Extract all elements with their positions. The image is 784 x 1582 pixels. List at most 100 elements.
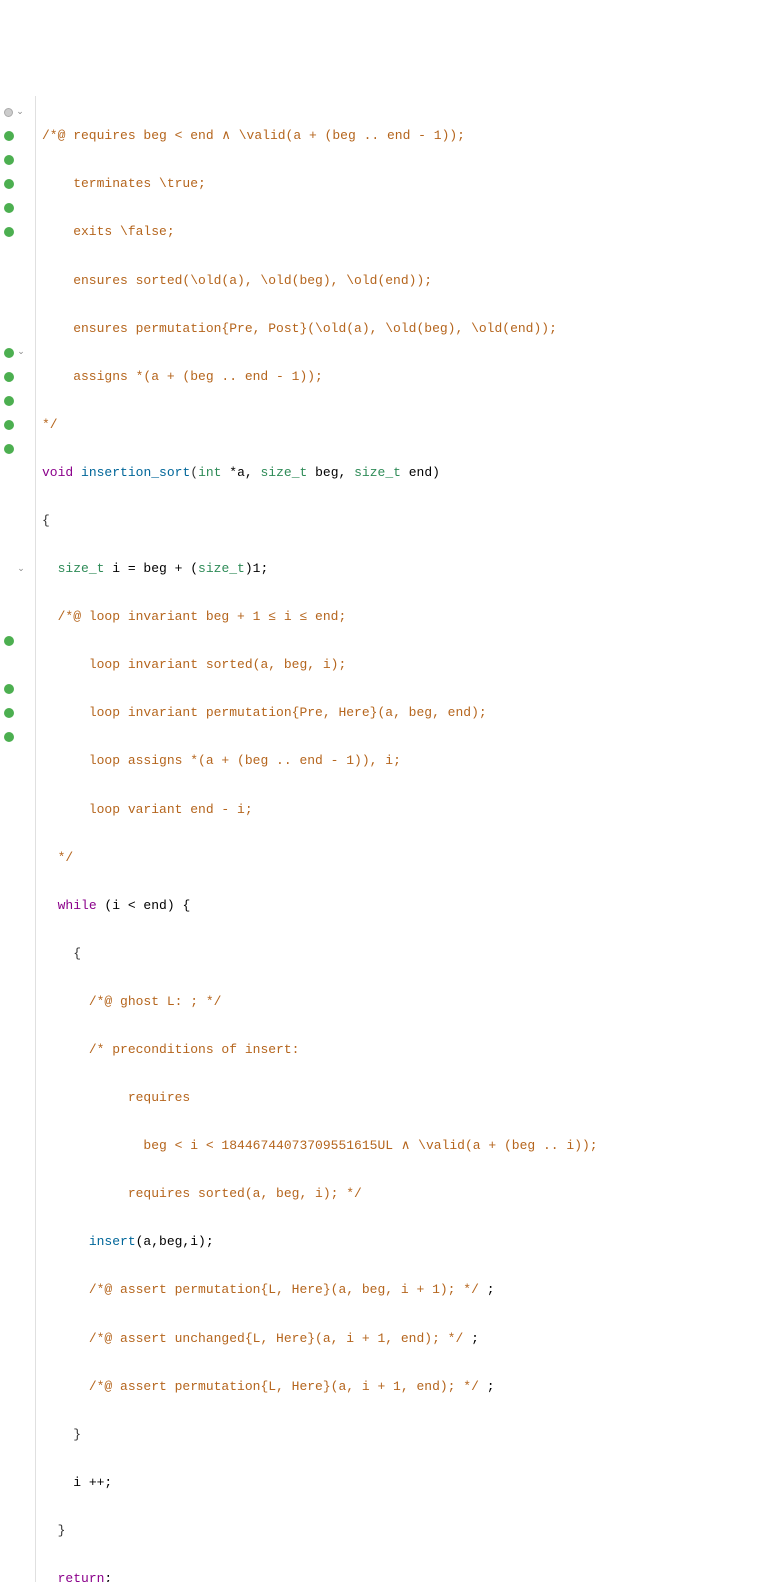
expr: i ++; bbox=[73, 1475, 112, 1490]
code-line[interactable]: loop invariant permutation{Pre, Here}(a,… bbox=[42, 701, 784, 725]
brace-close: } bbox=[58, 1523, 66, 1538]
code-line[interactable]: /*@ ghost L: ; */ bbox=[42, 990, 784, 1014]
code-area[interactable]: /*@ requires beg < end ∧ \valid(a + (beg… bbox=[36, 96, 784, 1582]
status-bullet-verified-icon[interactable] bbox=[4, 636, 14, 646]
code-line[interactable]: { bbox=[42, 942, 784, 966]
status-bullet-verified-icon[interactable] bbox=[4, 179, 14, 189]
gutter-row bbox=[0, 509, 35, 533]
gutter-row bbox=[0, 749, 35, 773]
status-bullet-verified-icon[interactable] bbox=[4, 203, 14, 213]
status-bullet-verified-icon[interactable] bbox=[4, 131, 14, 141]
gutter-row bbox=[0, 244, 35, 268]
gutter-row bbox=[0, 774, 35, 798]
code-editor: ⌄ ⌄ ⌄ /*@ requires beg < end ∧ \valid(a + … bbox=[0, 96, 784, 1582]
code-line[interactable]: /*@ assert permutation{L, Here}(a, beg, … bbox=[42, 1278, 784, 1302]
code-line[interactable]: while (i < end) { bbox=[42, 894, 784, 918]
paren: ( bbox=[190, 465, 198, 480]
stmt-end: ; bbox=[479, 1379, 495, 1394]
gutter-row bbox=[0, 605, 35, 629]
code-line[interactable]: insert(a,beg,i); bbox=[42, 1230, 784, 1254]
gutter-row bbox=[0, 798, 35, 822]
code-line[interactable]: exits \false; bbox=[42, 220, 784, 244]
acsl-comment: assigns *(a + (beg .. end - 1)); bbox=[42, 369, 323, 384]
stmt-end: ; bbox=[463, 1331, 479, 1346]
gutter-row bbox=[0, 581, 35, 605]
code-line[interactable]: /*@ assert permutation{L, Here}(a, i + 1… bbox=[42, 1375, 784, 1399]
function-call: insert bbox=[89, 1234, 136, 1249]
gutter-row bbox=[0, 485, 35, 509]
brace-close: } bbox=[73, 1427, 81, 1442]
code-line[interactable]: loop assigns *(a + (beg .. end - 1)), i; bbox=[42, 749, 784, 773]
status-bullet-verified-icon[interactable] bbox=[4, 372, 14, 382]
acsl-comment-end: */ bbox=[42, 417, 58, 432]
code-line[interactable]: requires bbox=[42, 1086, 784, 1110]
code-line[interactable]: /*@ requires beg < end ∧ \valid(a + (beg… bbox=[42, 124, 784, 148]
comment: beg < i < 18446744073709551615UL ∧ \vali… bbox=[89, 1138, 598, 1153]
gutter-row bbox=[0, 269, 35, 293]
keyword-while: while bbox=[58, 898, 97, 913]
gutter-row bbox=[0, 172, 35, 196]
code-line[interactable]: } bbox=[42, 1519, 784, 1543]
args: (a,beg,i); bbox=[136, 1234, 214, 1249]
status-bullet-verified-icon[interactable] bbox=[4, 684, 14, 694]
code-line[interactable]: /*@ loop invariant beg + 1 ≤ i ≤ end; bbox=[42, 605, 784, 629]
code-line[interactable]: */ bbox=[42, 846, 784, 870]
status-bullet-verified-icon[interactable] bbox=[4, 444, 14, 454]
type-sizet: size_t bbox=[260, 465, 307, 480]
fold-toggle-icon[interactable]: ⌄ bbox=[15, 104, 25, 121]
code-line[interactable]: assigns *(a + (beg .. end - 1)); bbox=[42, 365, 784, 389]
stmt-end: ; bbox=[479, 1282, 495, 1297]
status-bullet-verified-icon[interactable] bbox=[4, 227, 14, 237]
status-bullet-verified-icon[interactable] bbox=[4, 708, 14, 718]
status-bullet-verified-icon[interactable] bbox=[4, 155, 14, 165]
gutter-row bbox=[0, 653, 35, 677]
status-bullet-verified-icon[interactable] bbox=[4, 348, 14, 358]
acsl-loop: loop invariant permutation{Pre, Here}(a,… bbox=[58, 705, 487, 720]
acsl-comment: terminates \true; bbox=[42, 176, 206, 191]
gutter-row: ⌄ bbox=[0, 557, 35, 581]
acsl-loop: loop assigns *(a + (beg .. end - 1)), i; bbox=[58, 753, 401, 768]
code-line[interactable]: void insertion_sort(int *a, size_t beg, … bbox=[42, 461, 784, 485]
expr: i = beg + ( bbox=[104, 561, 198, 576]
code-line[interactable]: return; bbox=[42, 1567, 784, 1582]
brace-open: { bbox=[42, 513, 50, 528]
code-line[interactable]: } bbox=[42, 1423, 784, 1447]
gutter-row bbox=[0, 846, 35, 870]
code-line[interactable]: beg < i < 18446744073709551615UL ∧ \vali… bbox=[42, 1134, 784, 1158]
status-bullet-unverified-icon[interactable] bbox=[4, 108, 13, 117]
acsl-assert: /*@ assert permutation{L, Here}(a, i + 1… bbox=[89, 1379, 479, 1394]
gutter-row bbox=[0, 148, 35, 172]
code-line[interactable]: i ++; bbox=[42, 1471, 784, 1495]
code-line[interactable]: ensures sorted(\old(a), \old(beg), \old(… bbox=[42, 269, 784, 293]
gutter-row bbox=[0, 317, 35, 341]
gutter: ⌄ ⌄ ⌄ bbox=[0, 96, 36, 1582]
status-bullet-verified-icon[interactable] bbox=[4, 732, 14, 742]
code-line[interactable]: ensures permutation{Pre, Post}(\old(a), … bbox=[42, 317, 784, 341]
acsl-loop: /*@ loop invariant beg + 1 ≤ i ≤ end; bbox=[58, 609, 347, 624]
code-line[interactable]: { bbox=[42, 509, 784, 533]
acsl-assert: /*@ assert permutation{L, Here}(a, beg, … bbox=[89, 1282, 479, 1297]
gutter-row bbox=[0, 293, 35, 317]
param: end) bbox=[401, 465, 440, 480]
status-bullet-verified-icon[interactable] bbox=[4, 396, 14, 406]
code-line[interactable]: loop variant end - i; bbox=[42, 798, 784, 822]
comment: requires sorted(a, beg, i); */ bbox=[89, 1186, 362, 1201]
code-line[interactable]: requires sorted(a, beg, i); */ bbox=[42, 1182, 784, 1206]
stmt-end: ; bbox=[104, 1571, 112, 1582]
fold-toggle-icon[interactable]: ⌄ bbox=[16, 344, 26, 361]
code-line[interactable]: /* preconditions of insert: bbox=[42, 1038, 784, 1062]
gutter-row bbox=[0, 461, 35, 485]
code-line[interactable]: terminates \true; bbox=[42, 172, 784, 196]
brace-open: { bbox=[73, 946, 81, 961]
code-line[interactable]: size_t i = beg + (size_t)1; bbox=[42, 557, 784, 581]
gutter-row bbox=[0, 533, 35, 557]
status-bullet-verified-icon[interactable] bbox=[4, 420, 14, 430]
code-line[interactable]: /*@ assert unchanged{L, Here}(a, i + 1, … bbox=[42, 1327, 784, 1351]
gutter-row bbox=[0, 413, 35, 437]
type-int: int bbox=[198, 465, 221, 480]
comment: /* preconditions of insert: bbox=[89, 1042, 300, 1057]
fold-toggle-icon[interactable]: ⌄ bbox=[16, 561, 26, 578]
code-line[interactable]: */ bbox=[42, 413, 784, 437]
code-line[interactable]: loop invariant sorted(a, beg, i); bbox=[42, 653, 784, 677]
gutter-row bbox=[0, 677, 35, 701]
